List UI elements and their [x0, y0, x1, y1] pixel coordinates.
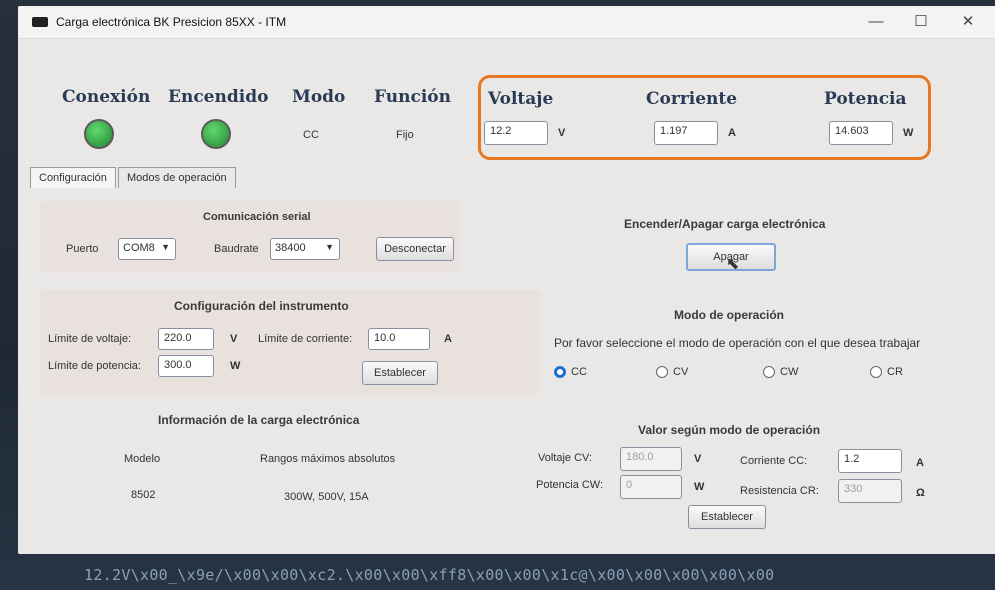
values-title: Valor según modo de operación — [638, 423, 821, 437]
power-title: Encender/Apagar carga electrónica — [624, 217, 826, 231]
tab-configuracion[interactable]: Configuración — [30, 167, 116, 188]
model-label: Modelo — [124, 453, 161, 465]
terminal-output: 12.2V\x00_\x9e/\x00\x00\xc2.\x00\x00\xff… — [84, 566, 775, 584]
mouse-cursor-icon: ⬉ — [726, 256, 740, 273]
info-title: Información de la carga electrónica — [158, 413, 360, 427]
current-limit-label: Límite de corriente: — [258, 333, 353, 345]
window-title: Carga electrónica BK Presicion 85XX - IT… — [56, 15, 287, 29]
model-value: 8502 — [131, 489, 156, 501]
mode-title: Modo de operación — [674, 308, 785, 322]
cr-unit: Ω — [916, 487, 925, 499]
app-icon — [32, 17, 48, 27]
maximize-button[interactable]: ☐ — [901, 10, 941, 34]
conexion-label: Conexión — [62, 87, 151, 107]
serial-title: Comunicación serial — [203, 211, 311, 223]
title-bar: Carga electrónica BK Presicion 85XX - IT… — [18, 6, 995, 39]
cc-unit: A — [916, 457, 924, 469]
instrument-title: Configuración del instrumento — [174, 299, 349, 313]
power-limit-input[interactable]: 300.0 — [158, 355, 214, 377]
instrument-set-button[interactable]: Establecer — [362, 361, 438, 385]
cc-label: Corriente CC: — [740, 455, 808, 467]
radio-cv[interactable] — [656, 366, 668, 378]
cv-unit: V — [694, 453, 702, 465]
power-limit-label: Límite de potencia: — [48, 360, 141, 372]
radio-cw[interactable] — [763, 366, 775, 378]
tab-modos-operacion[interactable]: Modos de operación — [118, 167, 236, 188]
disconnect-button[interactable]: Desconectar — [376, 237, 454, 261]
mode-prompt: Por favor seleccione el modo de operació… — [554, 336, 921, 350]
baudrate-label: Baudrate — [214, 243, 259, 255]
puerto-label: Puerto — [66, 243, 99, 255]
current-limit-input[interactable]: 10.0 — [368, 328, 430, 350]
radio-cw-label: CW — [780, 366, 799, 378]
cw-label: Potencia CW: — [536, 479, 604, 491]
close-button[interactable]: ✕ — [948, 10, 988, 34]
values-set-button[interactable]: Establecer — [688, 505, 766, 529]
chevron-down-icon: ▼ — [325, 242, 334, 252]
encendido-label: Encendido — [168, 87, 269, 107]
puerto-select[interactable]: COM8 ▼ — [118, 238, 176, 260]
main-content: Conexión Encendido Modo Función CC Fijo … — [18, 39, 995, 554]
voltage-limit-input[interactable]: 220.0 — [158, 328, 214, 350]
chevron-down-icon: ▼ — [161, 242, 170, 252]
current-limit-unit: A — [444, 333, 452, 345]
conexion-led-indicator — [84, 119, 114, 149]
minimize-button[interactable]: — — [856, 10, 896, 34]
ranges-value: 300W, 500V, 15A — [284, 491, 369, 503]
radio-cv-label: CV — [673, 366, 689, 378]
voltage-limit-unit: V — [230, 333, 238, 345]
cw-input[interactable]: 0 — [620, 475, 682, 499]
cr-label: Resistencia CR: — [740, 485, 819, 497]
radio-cc-label: CC — [571, 366, 587, 378]
cr-input[interactable]: 330 — [838, 479, 902, 503]
modo-label: Modo — [292, 87, 346, 107]
encendido-led-indicator — [201, 119, 231, 149]
puerto-value: COM8 — [123, 242, 155, 254]
radio-cr[interactable] — [870, 366, 882, 378]
readings-highlight-box — [478, 75, 931, 160]
cv-input[interactable]: 180.0 — [620, 447, 682, 471]
voltage-limit-label: Límite de voltaje: — [48, 333, 132, 345]
radio-cr-label: CR — [887, 366, 903, 378]
cw-unit: W — [694, 481, 705, 493]
radio-cc[interactable] — [554, 366, 566, 378]
cv-label: Voltaje CV: — [538, 452, 593, 464]
modo-value: CC — [303, 129, 319, 141]
app-window: Carga electrónica BK Presicion 85XX - IT… — [18, 6, 995, 554]
power-limit-unit: W — [230, 360, 241, 372]
cc-input[interactable]: 1.2 — [838, 449, 902, 473]
baudrate-select[interactable]: 38400 ▼ — [270, 238, 340, 260]
funcion-value: Fijo — [396, 129, 414, 141]
ranges-label: Rangos máximos absolutos — [260, 453, 396, 465]
baudrate-value: 38400 — [275, 242, 306, 254]
funcion-label: Función — [374, 87, 451, 107]
